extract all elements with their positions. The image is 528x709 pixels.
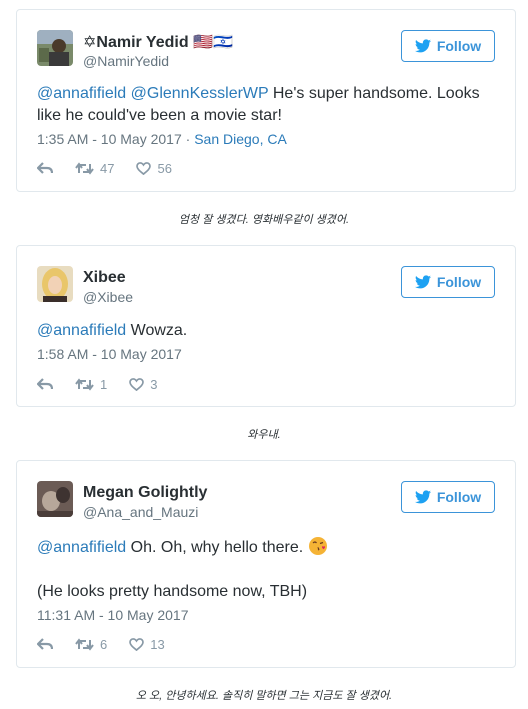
mention-link[interactable]: @annafifield: [37, 322, 126, 339]
tweet-text-part: (He looks pretty handsome now, TBH): [37, 583, 308, 600]
tweet-actions: 47 56: [37, 159, 194, 177]
follow-button[interactable]: Follow: [401, 30, 495, 62]
reply-action[interactable]: [37, 637, 53, 651]
like-action[interactable]: 56: [136, 160, 172, 176]
twitter-bird-icon: [414, 275, 431, 289]
heart-icon: [136, 161, 152, 175]
retweet-count: 1: [100, 376, 108, 392]
retweet-action[interactable]: 47: [75, 161, 114, 176]
follow-label: Follow: [436, 489, 482, 505]
tweet-text: @annafifield Wowza.: [37, 320, 495, 342]
heart-icon: [129, 377, 145, 391]
follow-label: Follow: [436, 38, 482, 54]
like-count: 13: [150, 636, 165, 652]
heart-icon: [129, 637, 145, 651]
display-name[interactable]: ✡Namir Yedid 🇺🇸🇮🇱: [83, 32, 233, 52]
retweet-count: 6: [100, 636, 108, 652]
retweet-action[interactable]: 6: [75, 637, 107, 652]
tweet-card: Megan Golightly @Ana_and_Mauzi Follow @a…: [16, 460, 516, 668]
mention-link[interactable]: @annafifield: [37, 539, 126, 556]
tweet-card: ✡Namir Yedid 🇺🇸🇮🇱 @NamirYedid Follow @an…: [16, 9, 516, 192]
mention-link[interactable]: @annafifield: [37, 85, 126, 102]
timestamp[interactable]: 1:35 AM - 10 May 2017: [37, 131, 182, 147]
timestamp[interactable]: 11:31 AM - 10 May 2017: [37, 607, 189, 623]
tweet-text-part: like he could've been a movie star!: [37, 107, 282, 124]
follow-button[interactable]: Follow: [401, 481, 495, 513]
display-name[interactable]: Xibee: [83, 269, 126, 287]
tweet-text-part: Oh. Oh, why hello there.: [126, 539, 308, 556]
like-count: 56: [157, 160, 172, 176]
kiss-face-icon: [308, 537, 327, 555]
retweet-icon: [75, 637, 94, 651]
retweet-action[interactable]: 1: [75, 377, 107, 392]
retweet-icon: [75, 377, 94, 391]
tweet-text: @annafifield Oh. Oh, why hello there. 😘 …: [37, 536, 495, 603]
tweet-meta: 11:31 AM - 10 May 2017: [37, 607, 189, 623]
meta-separator: ·: [181, 131, 195, 147]
tweet-actions: 1 3: [37, 375, 179, 393]
follow-label: Follow: [436, 274, 482, 290]
tweet-meta: 1:35 AM - 10 May 2017 · San Diego, CA: [37, 131, 287, 147]
like-count: 3: [150, 376, 158, 392]
like-action[interactable]: 3: [129, 377, 157, 392]
reply-icon: [37, 161, 53, 174]
tweet-text: @annafifield @GlennKesslerWP He's super …: [37, 83, 495, 127]
display-name[interactable]: Megan Golightly: [83, 484, 207, 502]
reply-action[interactable]: [37, 161, 53, 175]
like-action[interactable]: 13: [129, 636, 165, 652]
tweet-text-part: Wowza.: [126, 322, 188, 339]
retweet-count: 47: [100, 160, 115, 176]
location-link[interactable]: San Diego, CA: [194, 131, 287, 147]
twitter-bird-icon: [414, 39, 431, 53]
avatar[interactable]: [37, 30, 73, 66]
user-handle[interactable]: @NamirYedid: [83, 53, 169, 69]
avatar[interactable]: [37, 266, 73, 302]
tweet-text-part: He's super handsome. Looks: [268, 85, 480, 102]
avatar[interactable]: [37, 481, 73, 517]
retweet-icon: [75, 161, 94, 175]
timestamp[interactable]: 1:58 AM - 10 May 2017: [37, 346, 182, 362]
reply-icon: [37, 637, 53, 650]
caption: 오 오, 안녕하세요. 솔직히 말하면 그는 지금도 잘 생겼어.: [135, 690, 393, 702]
tweet-actions: 6 13: [37, 635, 187, 653]
caption: 엄청 잘 생겼다. 영화배우같이 생겼어.: [178, 214, 350, 226]
user-handle[interactable]: @Xibee: [83, 289, 133, 305]
twitter-bird-icon: [414, 490, 431, 504]
user-handle[interactable]: @Ana_and_Mauzi: [83, 504, 198, 520]
reply-action[interactable]: [37, 377, 53, 391]
follow-button[interactable]: Follow: [401, 266, 495, 298]
caption: 와우내.: [247, 429, 281, 441]
tweet-meta: 1:58 AM - 10 May 2017: [37, 346, 182, 362]
reply-icon: [37, 377, 53, 390]
tweet-card: Xibee @Xibee Follow @annafifield Wowza. …: [16, 245, 516, 407]
mention-link[interactable]: @GlennKesslerWP: [131, 85, 269, 102]
